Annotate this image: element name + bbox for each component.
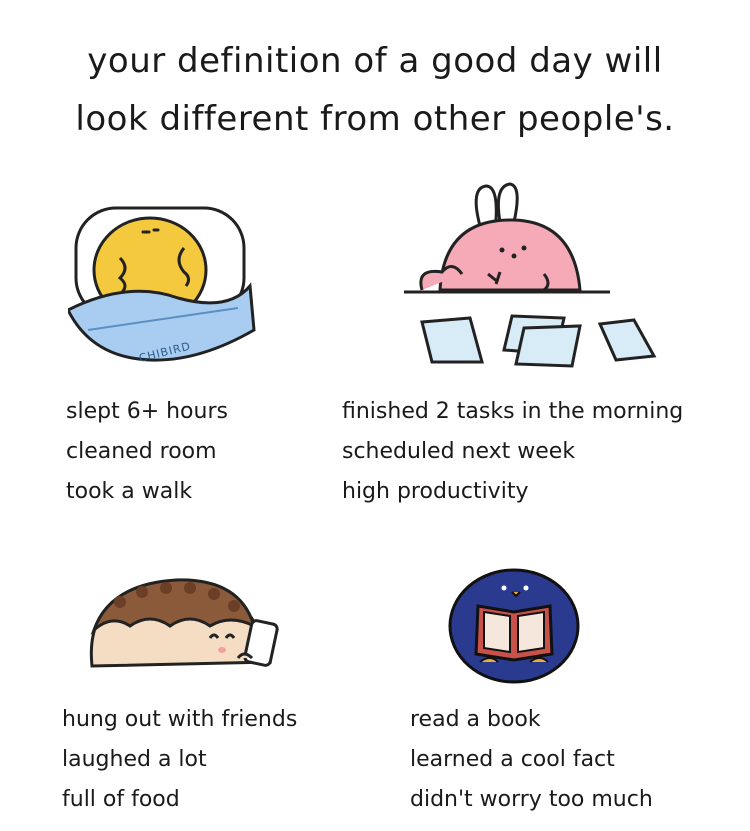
title-line-2: look different from other people's. bbox=[75, 99, 675, 139]
list-item: took a walk bbox=[66, 479, 193, 504]
list-item: slept 6+ hours bbox=[66, 399, 228, 424]
list-item: cleaned room bbox=[66, 439, 217, 464]
hedgehog-phone-illustration bbox=[89, 578, 279, 668]
list-item: read a book bbox=[410, 707, 541, 732]
title-line-1: your definition of a good day will bbox=[87, 41, 663, 81]
list-item: learned a cool fact bbox=[410, 747, 615, 772]
list-item: laughed a lot bbox=[62, 747, 207, 772]
list-item: full of food bbox=[62, 787, 180, 812]
sleeping-chick-illustration: CHIBIRD bbox=[68, 206, 256, 365]
list-hedgehog-phone: hung out with friends laughed a lot full… bbox=[62, 700, 297, 820]
working-bunny-illustration bbox=[404, 182, 657, 368]
list-item: finished 2 tasks in the morning bbox=[342, 399, 684, 424]
list-sleeping-chick: slept 6+ hours cleaned room took a walk bbox=[66, 392, 228, 512]
list-item: didn't worry too much bbox=[410, 787, 653, 812]
list-item: scheduled next week bbox=[342, 439, 576, 464]
list-item: high productivity bbox=[342, 479, 529, 504]
penguin-reading-illustration bbox=[448, 568, 580, 684]
list-penguin-reading: read a book learned a cool fact didn't w… bbox=[410, 700, 653, 820]
list-item: hung out with friends bbox=[62, 707, 298, 732]
page-title: your definition of a good day will look … bbox=[0, 32, 750, 148]
list-working-bunny: finished 2 tasks in the morning schedule… bbox=[342, 392, 683, 512]
